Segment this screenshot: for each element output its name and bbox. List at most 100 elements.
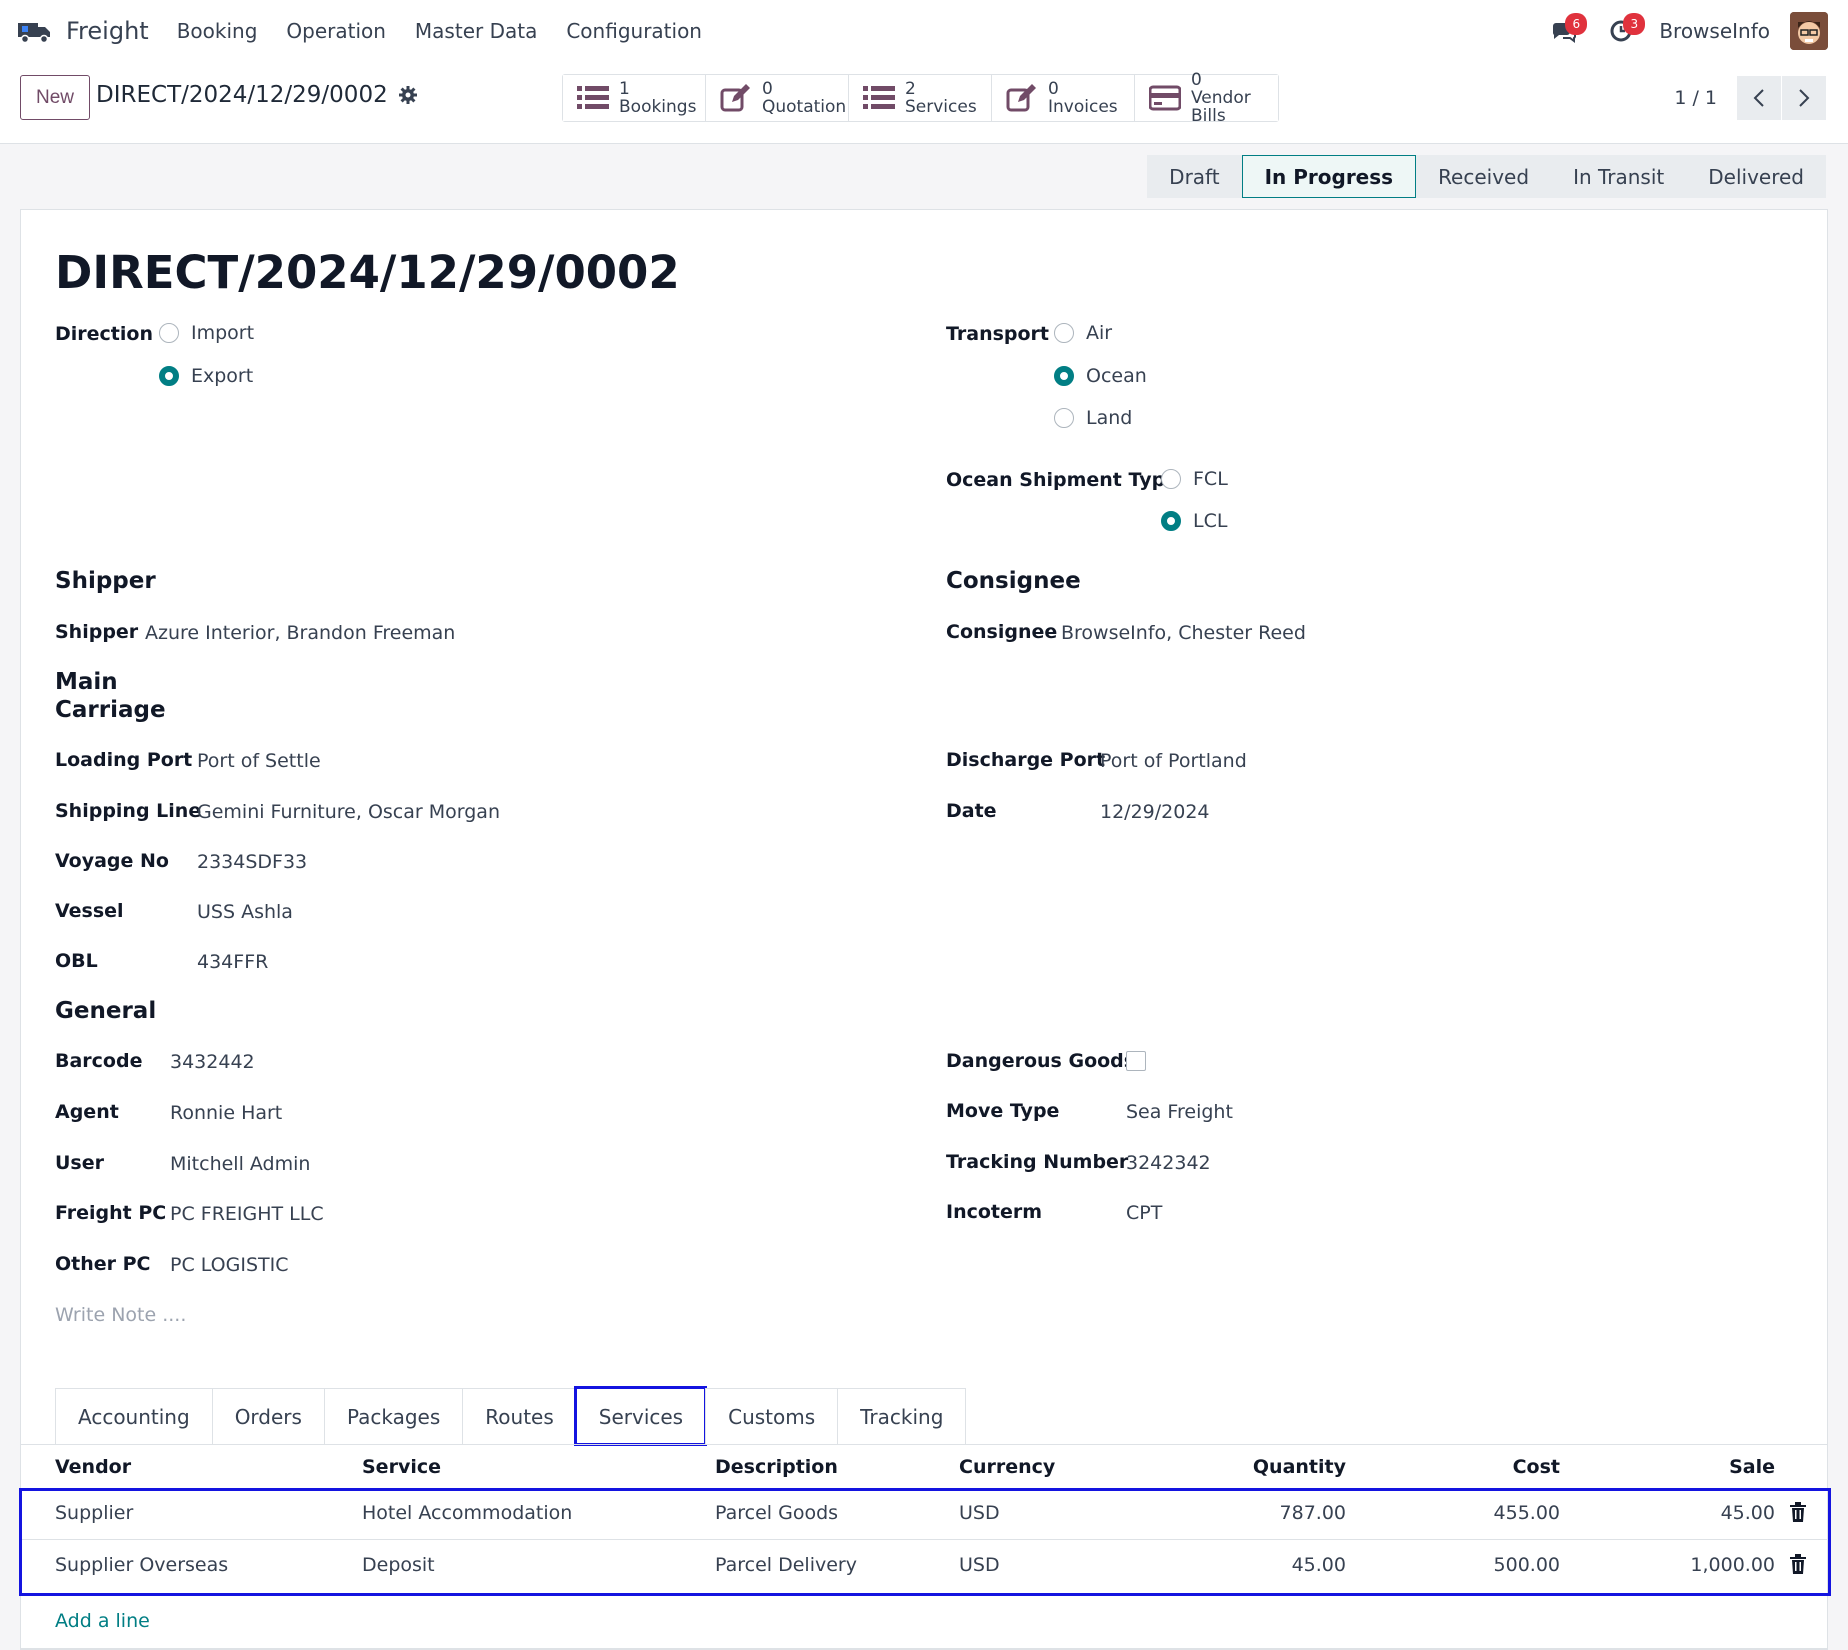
activities-button[interactable]: 3 [1601, 11, 1646, 51]
transport-air-radio[interactable]: Air [1054, 322, 1112, 344]
user-field[interactable]: Mitchell Admin [170, 1153, 310, 1175]
ocean-fcl-radio[interactable]: FCL [1161, 468, 1228, 490]
move-type-field[interactable]: Sea Freight [1126, 1101, 1233, 1123]
dangerous-goods-label: Dangerous Goods [946, 1050, 1136, 1072]
add-line-link[interactable]: Add a line [55, 1610, 150, 1632]
ocean-shipment-type-label: Ocean Shipment Type [946, 469, 1179, 491]
discharge-port-label: Discharge Port [946, 749, 1106, 771]
shipper-section-heading: Shipper [55, 568, 156, 594]
messages-button[interactable]: 6 [1543, 11, 1588, 51]
quotation-count: 0 [762, 79, 773, 99]
invoices-smart-button[interactable]: 0 Invoices [992, 75, 1135, 121]
control-panel: New DIRECT/2024/12/29/0002 1 Bookings 0 … [0, 62, 1848, 144]
vendor-bills-smart-button[interactable]: 0 Vendor Bills [1135, 71, 1278, 125]
freight-pc-field[interactable]: PC FREIGHT LLC [170, 1203, 324, 1225]
transport-land-radio[interactable]: Land [1054, 407, 1132, 429]
note-field[interactable]: Write Note .... [55, 1304, 186, 1326]
incoterm-field[interactable]: CPT [1126, 1202, 1162, 1224]
direction-label: Direction [55, 323, 153, 345]
column-cost[interactable]: Cost [1360, 1456, 1560, 1478]
move-type-label: Move Type [946, 1100, 1060, 1122]
column-service[interactable]: Service [362, 1456, 441, 1478]
tab-orders[interactable]: Orders [211, 1388, 324, 1444]
menu-configuration[interactable]: Configuration [566, 19, 702, 43]
services-label: Services [905, 97, 977, 117]
consignee-section-heading: Consignee [946, 568, 1081, 594]
tab-packages[interactable]: Packages [323, 1388, 463, 1444]
tab-services[interactable]: Services [573, 1386, 708, 1446]
freight-pc-label: Freight PC [55, 1202, 167, 1224]
bookings-count: 1 [619, 79, 630, 99]
company-switcher[interactable]: BrowseInfo [1659, 19, 1770, 43]
pager-next-button[interactable] [1782, 76, 1826, 120]
quotation-smart-button[interactable]: 0 Quotation [706, 75, 849, 121]
menu-booking[interactable]: Booking [177, 19, 258, 43]
dangerous-goods-checkbox[interactable] [1126, 1051, 1146, 1071]
direction-export-radio[interactable]: Export [159, 365, 253, 387]
transport-ocean-radio[interactable]: Ocean [1054, 365, 1147, 387]
services-smart-button[interactable]: 2 Services [849, 75, 992, 121]
voyage-no-label: Voyage No [55, 850, 169, 872]
user-avatar[interactable] [1790, 12, 1828, 50]
list-icon [577, 86, 609, 109]
vessel-field[interactable]: USS Ashla [197, 901, 293, 923]
pager-previous-button[interactable] [1737, 76, 1781, 120]
column-sale[interactable]: Sale [1575, 1456, 1775, 1478]
tab-routes[interactable]: Routes [462, 1388, 576, 1444]
services-count: 2 [905, 79, 916, 99]
tab-tracking[interactable]: Tracking [837, 1388, 967, 1444]
obl-field[interactable]: 434FFR [197, 951, 268, 973]
rows-highlight-box [19, 1488, 1831, 1596]
bookings-smart-button[interactable]: 1 Bookings [563, 75, 706, 121]
shipping-line-field[interactable]: Gemini Furniture, Oscar Morgan [197, 801, 500, 823]
tracking-number-field[interactable]: 3242342 [1126, 1152, 1211, 1174]
radio-checked-icon [1161, 511, 1181, 531]
shipper-field[interactable]: Azure Interior, Brandon Freeman [145, 622, 455, 644]
discharge-port-field[interactable]: Port of Portland [1100, 750, 1247, 772]
barcode-field[interactable]: 3432442 [170, 1051, 255, 1073]
status-bar: Draft In Progress Received In Transit De… [1147, 155, 1826, 198]
pager-value[interactable]: 1 / 1 [1674, 87, 1717, 109]
transport-label: Transport [946, 323, 1050, 345]
date-field[interactable]: 12/29/2024 [1100, 801, 1210, 823]
vendor-bills-label: Vendor Bills [1191, 88, 1251, 126]
shipper-label: Shipper [55, 621, 139, 643]
column-vendor[interactable]: Vendor [55, 1456, 131, 1478]
obl-label: OBL [55, 950, 98, 972]
record-title[interactable]: DIRECT/2024/12/29/0002 [55, 246, 680, 299]
gear-icon[interactable] [398, 85, 418, 105]
heading-line: Carriage [55, 697, 166, 723]
tab-accounting[interactable]: Accounting [55, 1388, 212, 1444]
record-name: DIRECT/2024/12/29/0002 [96, 82, 388, 108]
agent-field[interactable]: Ronnie Hart [170, 1102, 282, 1124]
truck-icon [18, 23, 50, 44]
column-description[interactable]: Description [715, 1456, 838, 1478]
column-quantity[interactable]: Quantity [1146, 1456, 1346, 1478]
radio-checked-icon [1054, 366, 1074, 386]
direction-import-radio[interactable]: Import [159, 322, 254, 344]
consignee-field[interactable]: BrowseInfo, Chester Reed [1061, 622, 1306, 644]
stage-in-transit[interactable]: In Transit [1551, 155, 1687, 198]
stage-delivered[interactable]: Delivered [1686, 155, 1826, 198]
tab-divider [21, 1444, 1827, 1445]
vessel-label: Vessel [55, 900, 124, 922]
radio-checked-icon [159, 366, 179, 386]
breadcrumb: DIRECT/2024/12/29/0002 [96, 82, 418, 108]
notebook-tabs: Accounting Orders Packages Routes Servic… [55, 1386, 967, 1446]
other-pc-field[interactable]: PC LOGISTIC [170, 1254, 289, 1276]
list-icon [863, 86, 895, 109]
new-button[interactable]: New [20, 75, 90, 120]
stage-in-progress[interactable]: In Progress [1241, 155, 1417, 198]
menu-operation[interactable]: Operation [286, 19, 386, 43]
loading-port-field[interactable]: Port of Settle [197, 750, 321, 772]
stage-draft[interactable]: Draft [1147, 155, 1242, 198]
heading-line: Main [55, 669, 118, 695]
voyage-no-field[interactable]: 2334SDF33 [197, 851, 307, 873]
stage-received[interactable]: Received [1416, 155, 1552, 198]
menu-master-data[interactable]: Master Data [415, 19, 537, 43]
column-currency[interactable]: Currency [959, 1456, 1055, 1478]
app-brand[interactable]: Freight [16, 17, 177, 45]
tab-customs[interactable]: Customs [705, 1388, 838, 1444]
ocean-lcl-radio[interactable]: LCL [1161, 510, 1227, 532]
shipping-line-label: Shipping Line [55, 800, 202, 822]
